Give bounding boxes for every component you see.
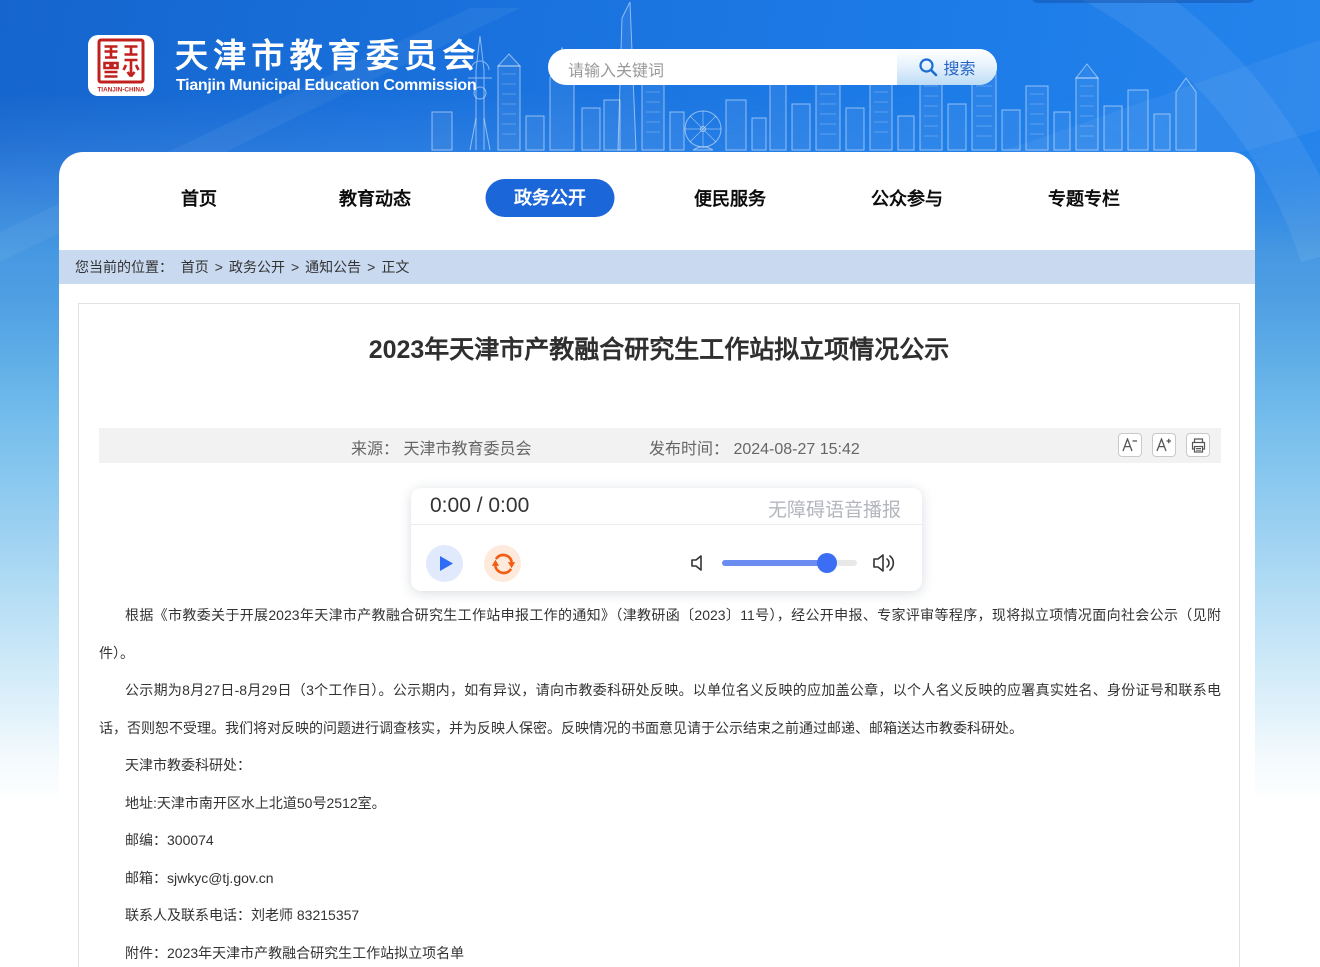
svg-text:TIANJIN-CHINA: TIANJIN-CHINA — [97, 87, 145, 94]
